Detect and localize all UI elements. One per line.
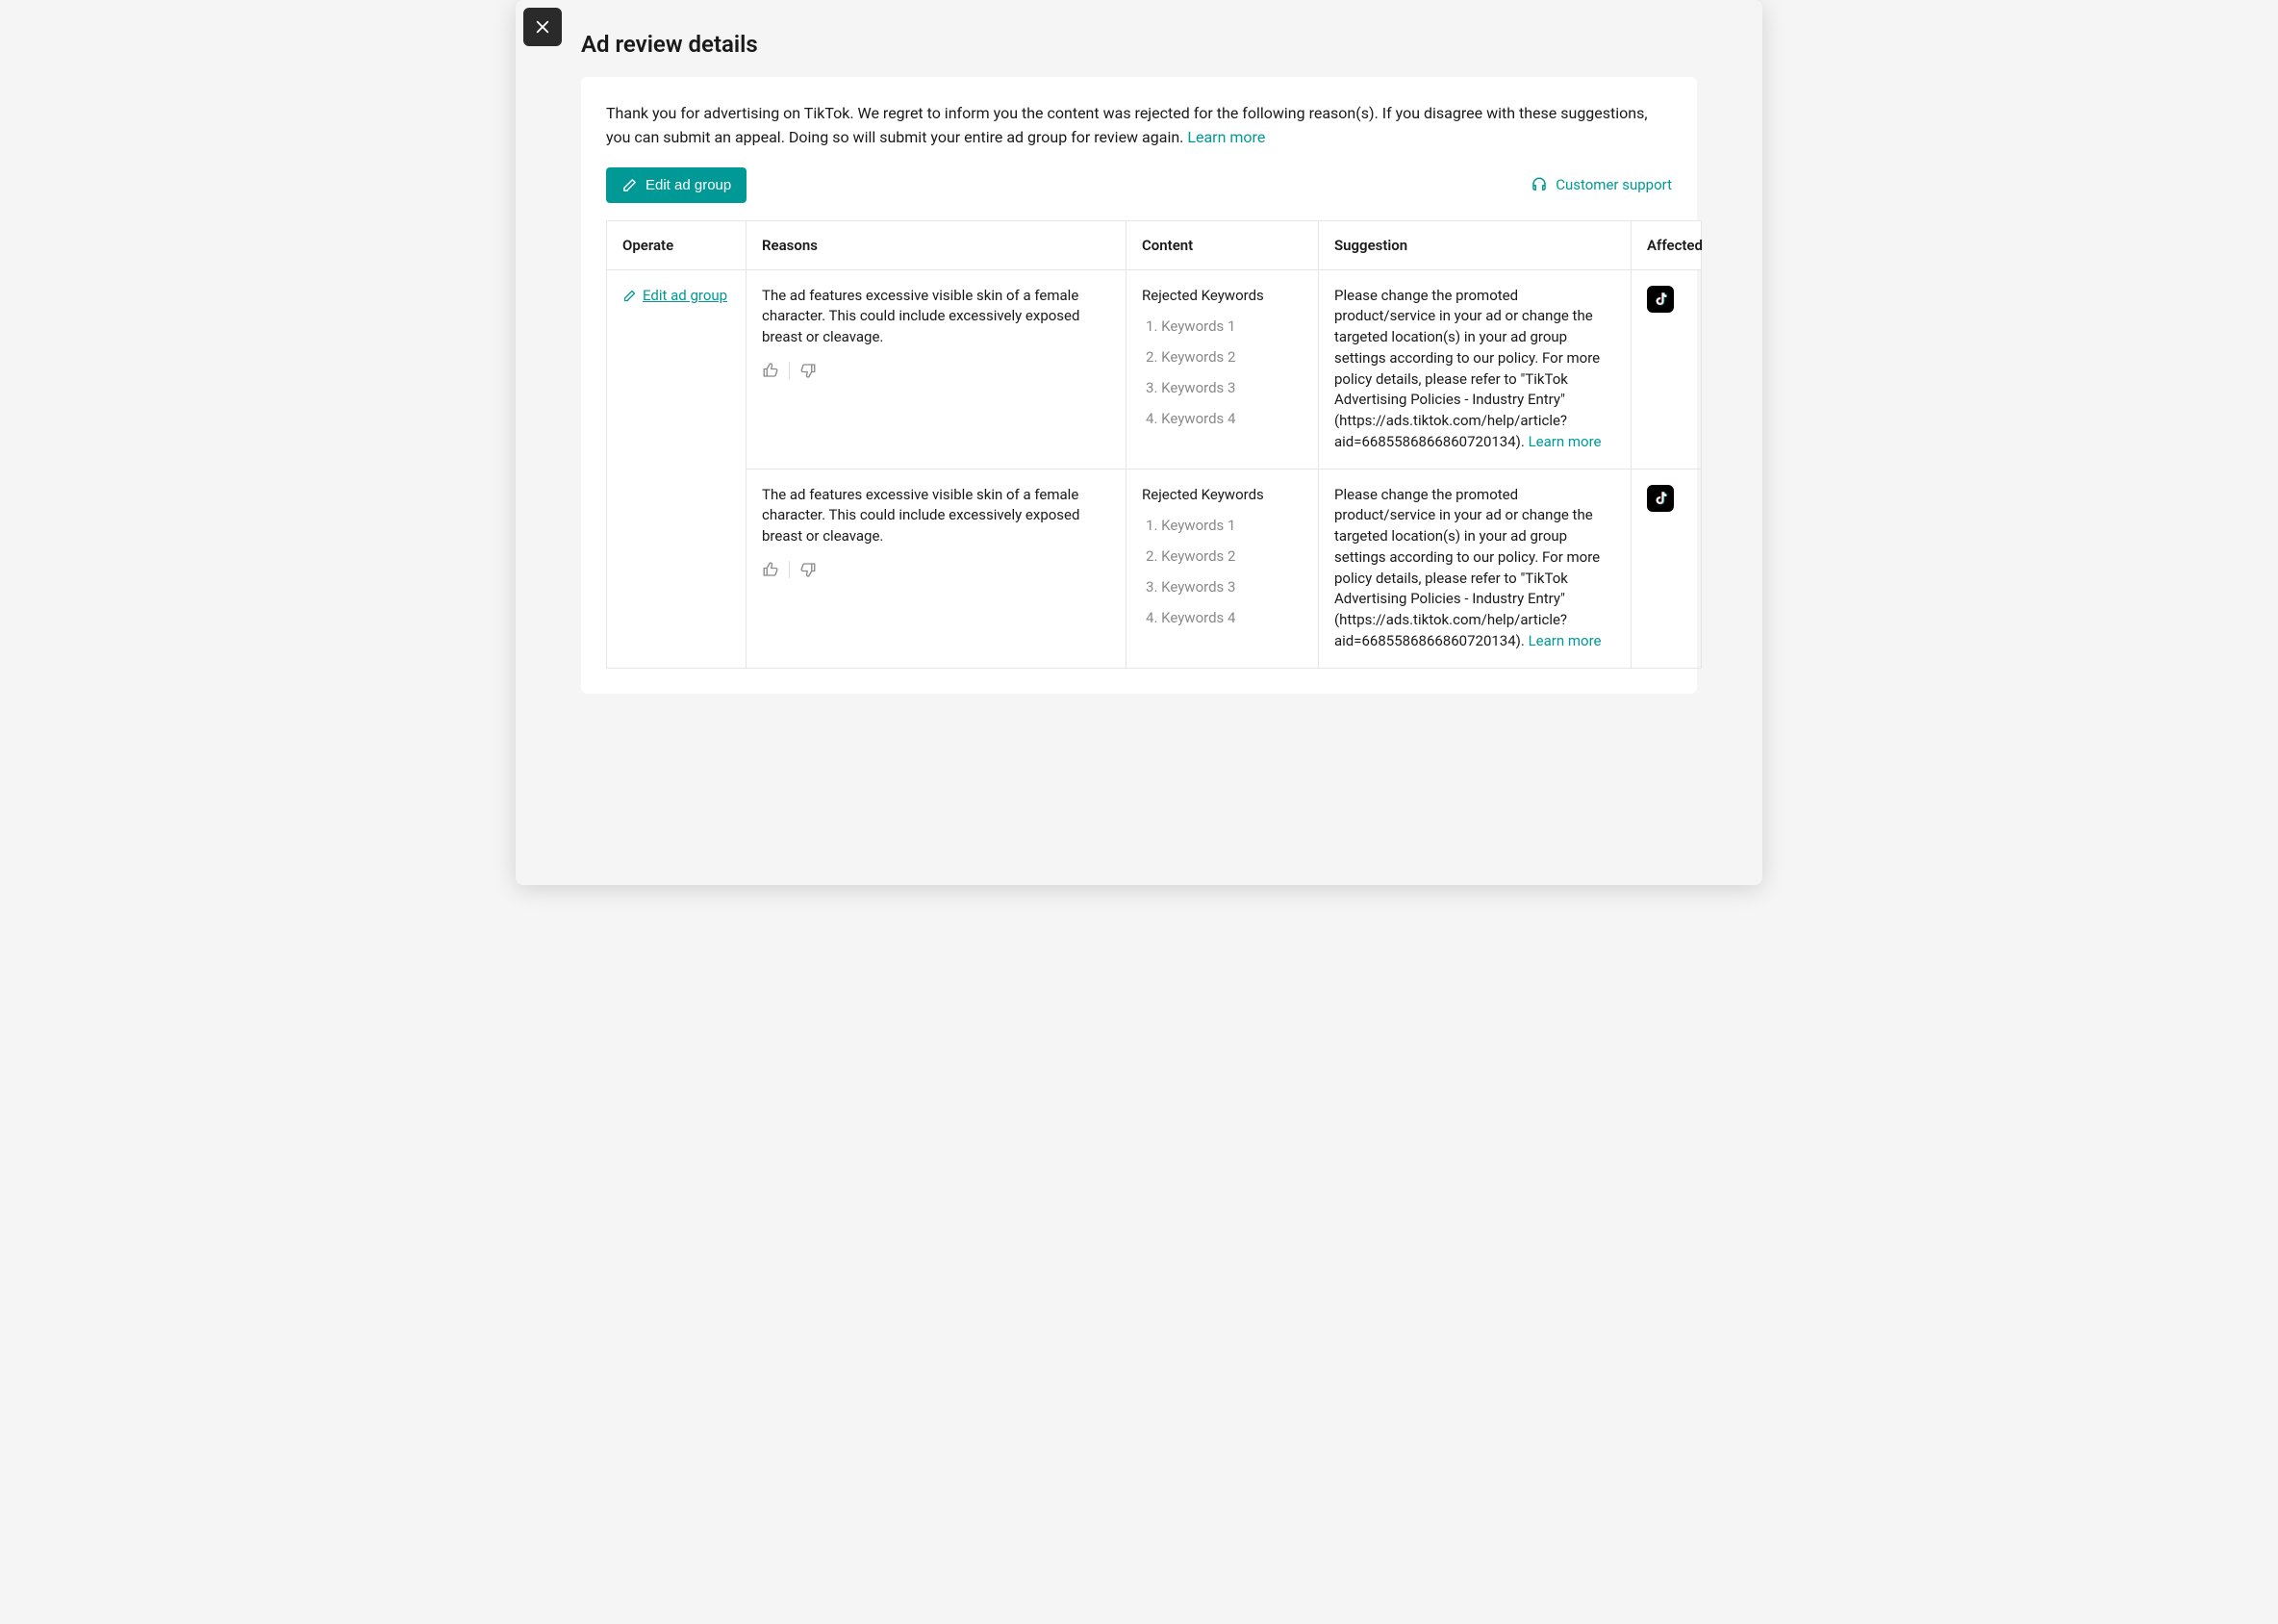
close-button[interactable] [523, 8, 562, 46]
suggestion-learn-more-link[interactable]: Learn more [1529, 632, 1602, 649]
edit-button-label: Edit ad group [645, 177, 731, 193]
toolbar: Edit ad group Customer support [606, 167, 1672, 203]
th-operate: Operate [607, 220, 747, 269]
thumbs-down-button[interactable] [790, 557, 826, 582]
th-suggestion: Suggestion [1319, 220, 1632, 269]
suggestion-learn-more-link[interactable]: Learn more [1529, 433, 1602, 450]
suggestion-text: Please change the promoted product/servi… [1334, 287, 1600, 450]
table-row: Edit ad group The ad features excessive … [607, 269, 1702, 469]
page-header: Ad review details [516, 0, 1762, 77]
pencil-icon [622, 289, 637, 303]
cell-reason: The ad features excessive visible skin o… [747, 269, 1126, 469]
reason-text: The ad features excessive visible skin o… [762, 485, 1110, 547]
suggestion-text: Please change the promoted product/servi… [1334, 486, 1600, 649]
thumbs-up-icon [762, 362, 779, 379]
th-reasons: Reasons [747, 220, 1126, 269]
keyword-item: Keywords 1 [1142, 511, 1303, 542]
thumbs-down-button[interactable] [790, 358, 826, 383]
keywords-list: Keywords 1 Keywords 2 Keywords 3 Keyword… [1142, 312, 1303, 434]
close-icon [534, 18, 551, 36]
headset-icon [1531, 176, 1548, 193]
thumbs-down-icon [799, 561, 817, 578]
feedback-thumbs [762, 557, 1110, 582]
feedback-thumbs [762, 358, 1110, 383]
keyword-item: Keywords 2 [1142, 343, 1303, 373]
edit-link-label: Edit ad group [643, 286, 727, 307]
cell-affected [1632, 269, 1702, 469]
customer-support-link[interactable]: Customer support [1531, 176, 1672, 193]
intro-text-body: Thank you for advertising on TikTok. We … [606, 104, 1648, 146]
tiktok-logo-icon [1647, 286, 1674, 313]
keyword-item: Keywords 4 [1142, 404, 1303, 435]
keyword-item: Keywords 4 [1142, 603, 1303, 634]
cell-suggestion: Please change the promoted product/servi… [1319, 469, 1632, 668]
learn-more-link[interactable]: Learn more [1187, 128, 1265, 146]
intro-text: Thank you for advertising on TikTok. We … [606, 102, 1672, 150]
keyword-item: Keywords 3 [1142, 572, 1303, 603]
cell-suggestion: Please change the promoted product/servi… [1319, 269, 1632, 469]
pencil-icon [621, 177, 638, 193]
cell-operate: Edit ad group [607, 269, 747, 668]
page-title: Ad review details [581, 31, 1697, 58]
keyword-item: Keywords 1 [1142, 312, 1303, 343]
keyword-item: Keywords 2 [1142, 542, 1303, 572]
edit-ad-group-link[interactable]: Edit ad group [622, 286, 727, 307]
review-table: Operate Reasons Content Suggestion Affec… [606, 220, 1702, 669]
table-row: The ad features excessive visible skin o… [607, 469, 1702, 668]
thumbs-down-icon [799, 362, 817, 379]
content-card: Thank you for advertising on TikTok. We … [581, 77, 1697, 694]
keywords-title: Rejected Keywords [1142, 286, 1303, 307]
modal: Ad review details Thank you for advertis… [516, 0, 1762, 885]
tiktok-logo-icon [1647, 485, 1674, 512]
cell-affected [1632, 469, 1702, 668]
th-affected: Affected [1632, 220, 1702, 269]
thumbs-up-icon [762, 561, 779, 578]
th-content: Content [1126, 220, 1319, 269]
reason-text: The ad features excessive visible skin o… [762, 286, 1110, 348]
keyword-item: Keywords 3 [1142, 373, 1303, 404]
keywords-list: Keywords 1 Keywords 2 Keywords 3 Keyword… [1142, 511, 1303, 633]
cell-content: Rejected Keywords Keywords 1 Keywords 2 … [1126, 469, 1319, 668]
thumbs-up-button[interactable] [762, 557, 789, 582]
customer-support-label: Customer support [1556, 176, 1672, 193]
cell-reason: The ad features excessive visible skin o… [747, 469, 1126, 668]
thumbs-up-button[interactable] [762, 358, 789, 383]
edit-ad-group-button[interactable]: Edit ad group [606, 167, 747, 203]
keywords-title: Rejected Keywords [1142, 485, 1303, 506]
cell-content: Rejected Keywords Keywords 1 Keywords 2 … [1126, 269, 1319, 469]
